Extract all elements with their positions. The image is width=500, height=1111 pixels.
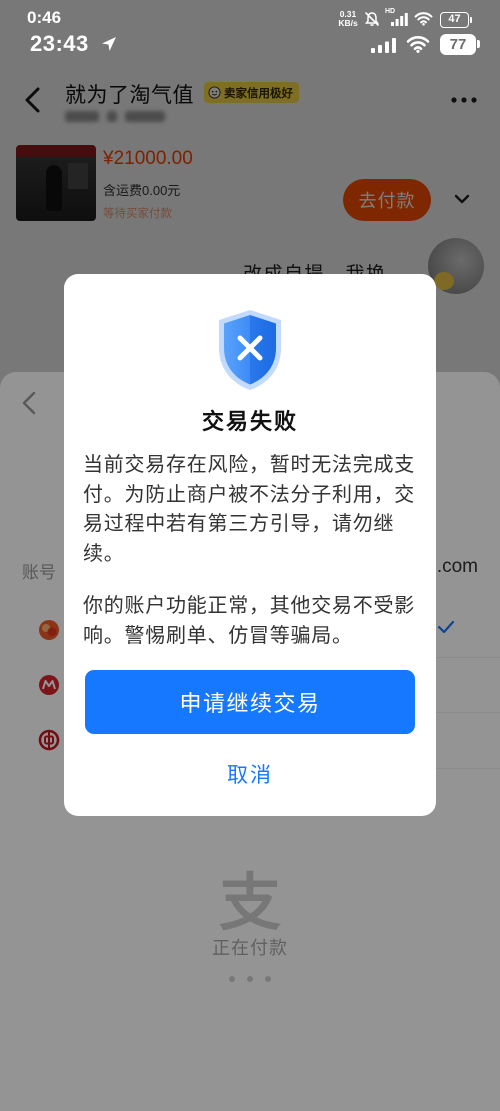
transaction-failed-dialog: 交易失败 当前交易存在风险，暂时无法完成支付。为防止商户被不法分子利用，交易过程… xyxy=(64,274,436,816)
cancel-button[interactable]: 取消 xyxy=(64,761,436,791)
dialog-title: 交易失败 xyxy=(201,409,298,434)
battery-indicator: 77 xyxy=(440,34,476,55)
battery-nub xyxy=(470,17,472,23)
clock: 0:46 xyxy=(27,8,62,27)
cell-signal-icon xyxy=(371,38,396,53)
shield-x-icon xyxy=(219,310,281,390)
location-arrow-icon xyxy=(102,37,116,51)
mute-bell-icon xyxy=(365,12,379,26)
cell-signal-icon xyxy=(391,13,408,26)
dialog-notice: 你的账户功能正常，其他交易不受影响。警惕刷单、仿冒等骗局。 xyxy=(83,595,415,647)
status-bar-top: 0:46 0.31 KB/s HD 47 xyxy=(0,0,500,30)
battery-nub xyxy=(477,40,480,48)
status-bar-app: 23:43 77 xyxy=(0,30,500,62)
network-speed: 0.31 KB/s xyxy=(334,10,362,28)
dialog-message: 当前交易存在风险，暂时无法完成支付。为防止商户被不法分子利用，交易过程中若有第三… xyxy=(83,454,415,565)
network-speed-unit: KB/s xyxy=(338,18,358,28)
phone-screen: 就为了淘气值 卖家信用极好 ¥21000.00 含运费0.00元 等待买家付款 … xyxy=(0,0,500,1111)
battery-indicator: 47 xyxy=(440,12,469,28)
wifi-icon xyxy=(414,12,433,26)
clock: 23:43 xyxy=(30,31,89,56)
continue-transaction-button[interactable]: 申请继续交易 xyxy=(85,670,415,734)
wifi-icon xyxy=(406,36,430,53)
